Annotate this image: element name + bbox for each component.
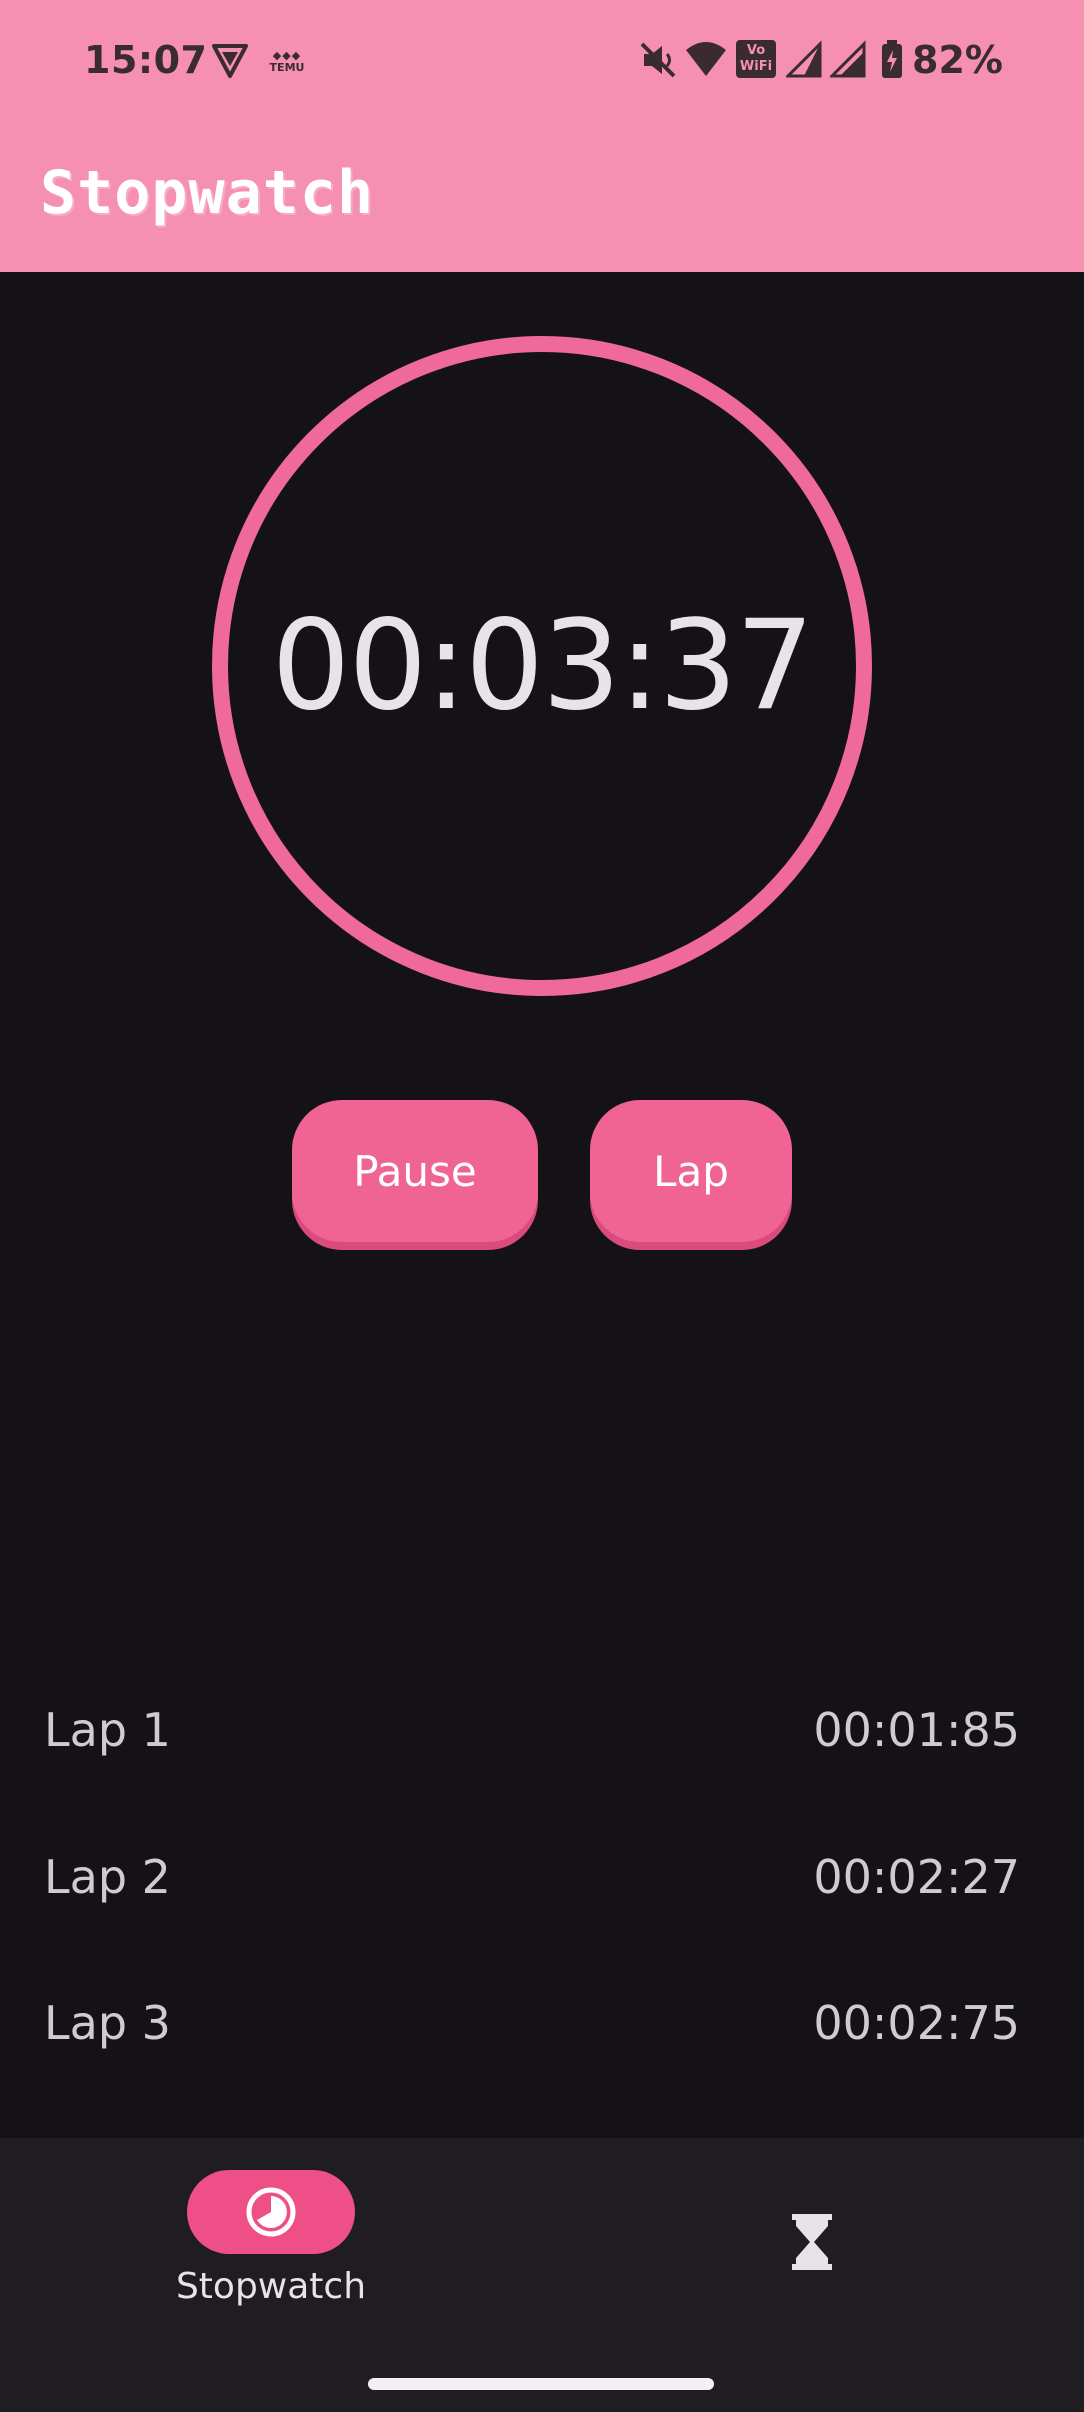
wifi-icon bbox=[686, 42, 726, 76]
lap-time: 00:02:27 bbox=[813, 1850, 1020, 1904]
stopwatch-icon bbox=[246, 2187, 296, 2237]
app-title: Stopwatch bbox=[40, 158, 375, 228]
lap-label: Lap 3 bbox=[44, 1996, 171, 2050]
temu-text: TEMU bbox=[269, 61, 305, 74]
timer-display: 00:03:37 bbox=[271, 594, 815, 738]
top-bar: 15:07 ◆◆◆ TEMU Vo WiFi 82% Stopwatch bbox=[0, 0, 1084, 272]
lap-time: 00:01:85 bbox=[813, 1703, 1020, 1757]
list-item: Lap 2 00:02:27 bbox=[44, 1847, 1020, 1907]
signal-icon bbox=[786, 40, 822, 78]
status-bar: 15:07 ◆◆◆ TEMU Vo WiFi 82% bbox=[0, 0, 1084, 128]
pause-button[interactable]: Pause bbox=[292, 1100, 538, 1242]
battery-percent: 82% bbox=[912, 38, 1003, 82]
mute-icon bbox=[640, 42, 676, 78]
hourglass-icon[interactable] bbox=[790, 2212, 834, 2272]
signal-icon bbox=[830, 40, 866, 78]
list-item: Lap 3 00:02:75 bbox=[44, 1993, 1020, 2053]
vowifi-icon: Vo WiFi bbox=[736, 40, 776, 78]
battery-icon bbox=[882, 40, 902, 78]
nav-label-stopwatch[interactable]: Stopwatch bbox=[140, 2266, 402, 2307]
vowifi-text: Vo WiFi bbox=[739, 43, 773, 74]
list-item: Lap 1 00:01:85 bbox=[44, 1700, 1020, 1760]
temu-icon: ◆◆◆ TEMU bbox=[269, 49, 305, 74]
home-indicator[interactable] bbox=[368, 2378, 714, 2390]
lap-label: Lap 1 bbox=[44, 1703, 171, 1757]
lap-time: 00:02:75 bbox=[813, 1996, 1020, 2050]
lap-label: Lap 2 bbox=[44, 1850, 171, 1904]
lap-button[interactable]: Lap bbox=[590, 1100, 792, 1242]
shield-icon bbox=[212, 44, 248, 78]
status-time: 15:07 bbox=[84, 38, 208, 82]
nav-item-stopwatch[interactable] bbox=[187, 2170, 355, 2254]
